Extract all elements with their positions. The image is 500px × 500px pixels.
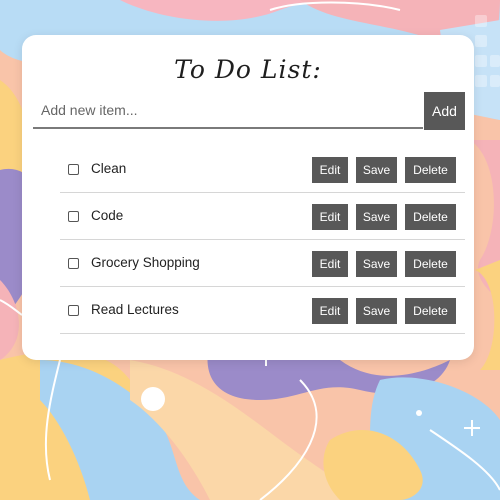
todo-card: To Do List: Add Clean Edit Save Delete C…: [22, 35, 474, 360]
edit-button[interactable]: Edit: [312, 157, 348, 183]
todo-label: Clean: [91, 161, 127, 176]
page-title: To Do List:: [174, 55, 322, 84]
edit-button[interactable]: Edit: [312, 298, 348, 324]
todo-checkbox[interactable]: [68, 211, 79, 222]
add-button[interactable]: Add: [424, 92, 465, 130]
todo-label: Read Lectures: [91, 302, 179, 317]
list-item: Code Edit Save Delete: [60, 194, 465, 240]
save-button[interactable]: Save: [356, 251, 397, 277]
delete-button[interactable]: Delete: [405, 204, 456, 230]
delete-button[interactable]: Delete: [405, 298, 456, 324]
save-button[interactable]: Save: [356, 298, 397, 324]
delete-button[interactable]: Delete: [405, 157, 456, 183]
delete-button[interactable]: Delete: [405, 251, 456, 277]
save-button[interactable]: Save: [356, 157, 397, 183]
todo-label: Grocery Shopping: [91, 255, 200, 270]
todo-label: Code: [91, 208, 124, 223]
new-item-input[interactable]: [33, 92, 423, 129]
edit-button[interactable]: Edit: [312, 204, 348, 230]
todo-checkbox[interactable]: [68, 258, 79, 269]
edit-button[interactable]: Edit: [312, 251, 348, 277]
todo-checkbox[interactable]: [68, 305, 79, 316]
list-item: Read Lectures Edit Save Delete: [60, 288, 465, 334]
save-button[interactable]: Save: [356, 204, 397, 230]
todo-checkbox[interactable]: [68, 164, 79, 175]
list-item: Grocery Shopping Edit Save Delete: [60, 241, 465, 287]
list-item: Clean Edit Save Delete: [60, 147, 465, 193]
todo-list: Clean Edit Save Delete Code Edit Save De…: [60, 147, 465, 335]
